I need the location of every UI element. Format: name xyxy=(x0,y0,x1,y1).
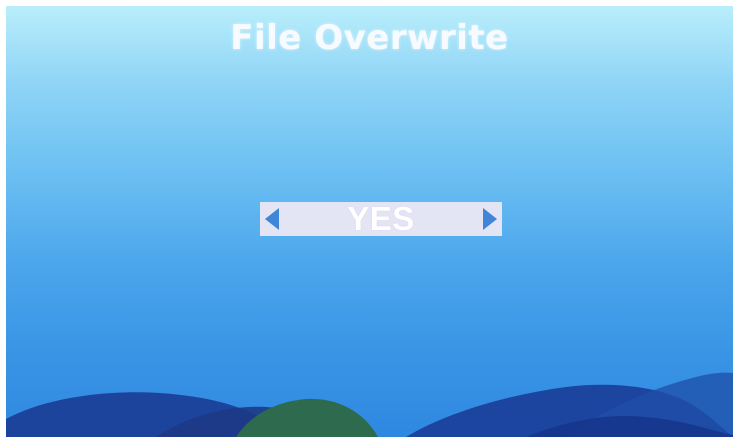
device-frame: File Overwrite YES xyxy=(0,0,734,437)
triangle-right-icon[interactable] xyxy=(482,207,498,231)
dialog-title: File Overwrite xyxy=(230,18,509,58)
selected-value: YES xyxy=(347,200,415,237)
overwrite-selector[interactable]: YES xyxy=(260,202,502,236)
decorative-wave-background xyxy=(6,372,733,437)
device-screen: File Overwrite YES xyxy=(6,6,733,437)
